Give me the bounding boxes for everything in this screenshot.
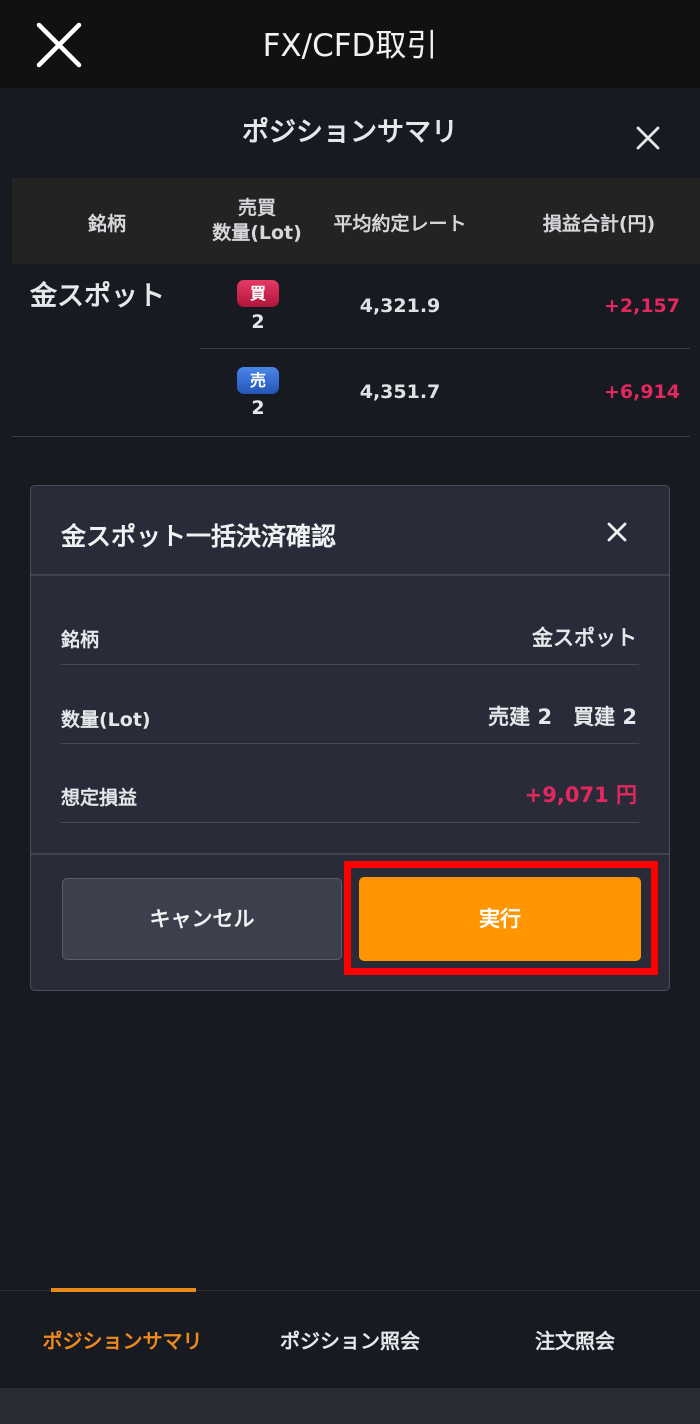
row-divider (200, 348, 690, 349)
highlight-annotation (344, 861, 658, 975)
buy-pl: +2,157 (603, 295, 680, 317)
dialog-footer-divider (31, 853, 669, 855)
cancel-button[interactable]: キャンセル (62, 878, 342, 960)
header-qty: 数量(Lot) (212, 222, 302, 244)
field-label-symbol: 銘柄 (61, 629, 100, 651)
header-avg-rate: 平均約定レート (333, 213, 467, 235)
top-bar: FX/CFD取引 (0, 0, 700, 88)
header-symbol: 銘柄 (87, 213, 126, 235)
dialog-title: 金スポット一括決済確認 (61, 522, 337, 551)
app-title: FX/CFD取引 (262, 28, 438, 64)
dialog-header-divider (31, 574, 669, 576)
buy-qty: 2 (251, 311, 265, 333)
buy-badge: 買 (237, 280, 279, 307)
field-divider (61, 664, 639, 665)
header-side: 売買 (237, 197, 276, 219)
table-header: 銘柄 売買 数量(Lot) 平均約定レート 損益合計(円) (12, 178, 700, 264)
sell-pl: +6,914 (603, 381, 680, 403)
sell-badge: 売 (237, 367, 279, 394)
field-label-qty: 数量(Lot) (61, 709, 151, 731)
panel-close-icon[interactable] (636, 126, 660, 150)
symbol-name[interactable]: 金スポット (30, 274, 165, 313)
table-bottom-divider (12, 436, 690, 437)
sell-qty: 2 (251, 397, 265, 419)
tab-position-inquiry[interactable]: ポジション照会 (250, 1325, 450, 1354)
field-divider (61, 743, 639, 744)
field-value-qty: 売建 2 買建 2 (488, 705, 637, 729)
field-label-expected-pl: 想定損益 (61, 787, 138, 809)
buy-avg-rate: 4,321.9 (359, 295, 441, 317)
tab-order-inquiry[interactable]: 注文照会 (480, 1325, 670, 1354)
field-divider (61, 822, 639, 823)
sell-avg-rate: 4,351.7 (359, 381, 441, 403)
active-tab-indicator (51, 1288, 196, 1292)
panel-title: ポジションサマリ (242, 117, 458, 148)
bottom-tab-bar: ポジションサマリ ポジション照会 注文照会 (0, 1288, 700, 1388)
tab-position-summary[interactable]: ポジションサマリ (20, 1325, 225, 1354)
field-value-expected-pl: +9,071 円 (524, 783, 637, 807)
header-side-qty: 売買 数量(Lot) (202, 196, 312, 246)
home-indicator-area (0, 1388, 700, 1424)
field-value-symbol: 金スポット (532, 626, 637, 650)
header-pl-total: 損益合計(円) (542, 213, 656, 235)
dialog-close-icon[interactable] (607, 522, 627, 542)
